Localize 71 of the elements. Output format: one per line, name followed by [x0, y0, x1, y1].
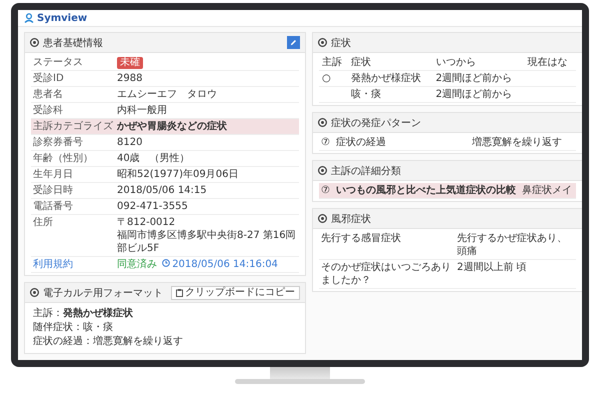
- panel-title: 電子カルテ用フォーマット: [43, 286, 164, 300]
- pencil-icon: [290, 39, 297, 46]
- section-icon: [30, 288, 39, 297]
- table-cell: 2週間ほど前から: [432, 86, 525, 102]
- section-icon: [318, 166, 327, 175]
- table-cell: 咳・痰: [348, 86, 433, 102]
- field-label: 電話番号: [33, 200, 74, 213]
- field-label: 年齢（性別）: [33, 152, 94, 165]
- section-icon: [318, 38, 327, 47]
- field-label: ステータス: [33, 56, 84, 69]
- section-icon: [30, 38, 39, 47]
- section-icon: [318, 214, 327, 223]
- field-value: 内科一般用: [117, 105, 167, 116]
- field-label: 診察券番号: [33, 136, 84, 149]
- consent-status: 同意済み: [117, 259, 157, 270]
- field-value: 先行するかぜ症状あり、頭痛: [457, 232, 568, 258]
- field-value: 増悪寛解を繰り返す: [472, 136, 563, 149]
- format-label: 症状の経過：: [33, 336, 93, 347]
- field-value: 鼻症状メイ: [522, 184, 573, 197]
- panel-title: 主訴の詳細分類: [331, 164, 402, 178]
- terms-link[interactable]: 利用規約: [33, 258, 117, 271]
- address-line: 〒812-0012: [117, 216, 176, 229]
- column-header: いつから: [432, 55, 525, 70]
- field-label: 主訴カテゴライズ: [33, 120, 114, 133]
- edit-button[interactable]: [287, 36, 300, 49]
- table-cell: 発熱かぜ様症状: [348, 70, 433, 86]
- panel-title: 風邪症状: [331, 212, 372, 226]
- format-label: 随伴症状：: [33, 322, 83, 333]
- table-cell: ○: [319, 70, 348, 86]
- format-value: 増悪寛解を繰り返す: [93, 336, 183, 347]
- format-value: 発熱かぜ様症状: [63, 308, 133, 319]
- format-label: 主訴：: [33, 308, 63, 319]
- field-label: 症状の経過: [336, 136, 387, 149]
- panel-title: 症状の発症パターン: [331, 116, 422, 130]
- clock-icon: [162, 259, 170, 267]
- field-value: 2988: [117, 73, 142, 84]
- field-value: エムシーエフ タロウ: [117, 89, 217, 100]
- table-cell: 2週間ほど前から: [432, 70, 525, 86]
- field-label: 受診日時: [33, 184, 74, 197]
- field-value: 2018/05/06 14:15: [117, 185, 207, 196]
- field-label: 受診科: [33, 104, 64, 117]
- format-value: 咳・痰: [83, 322, 113, 333]
- consent-time: 2018/05/06 14:16:04: [172, 259, 278, 270]
- field-value: 092-471-3555: [117, 201, 188, 212]
- panel-title: 症状: [331, 36, 352, 50]
- section-icon: [318, 118, 327, 127]
- field-label: 先行する感冒症状: [321, 232, 402, 246]
- field-label: 生年月日: [33, 168, 74, 181]
- question-mark-symbol: ⑦: [321, 184, 330, 197]
- status-badge: 未確: [117, 57, 143, 69]
- clipboard-icon: [176, 288, 183, 296]
- field-value: 40歳 （男性）: [117, 153, 190, 164]
- question-mark-symbol: ⑦: [321, 136, 330, 149]
- field-value: 8120: [117, 137, 142, 148]
- field-label: いつもの風邪と比べた上気道症状の比較: [336, 184, 516, 197]
- column-header: 症状: [348, 55, 433, 70]
- field-value: 昭和52(1977)年09月06日: [117, 169, 238, 180]
- field-value: かぜや胃腸炎などの症状: [117, 121, 227, 132]
- field-value: 2週間以上前 頃: [457, 261, 528, 275]
- field-label: 住所: [33, 216, 54, 230]
- panel-title: 患者基礎情報: [43, 36, 104, 50]
- field-label: 受診ID: [33, 72, 65, 85]
- column-header: 現在はな: [524, 55, 576, 70]
- app-logo: Symview: [37, 12, 88, 24]
- monitor-stand: [270, 367, 330, 379]
- field-label: そのかぜ症状はいつごろありましたか？: [321, 261, 451, 287]
- column-header: 主訴: [319, 55, 348, 70]
- logo-person-icon: [24, 13, 34, 23]
- copy-button[interactable]: クリップボードにコピー: [171, 286, 300, 300]
- address-line: 福岡市博多区博多駅中央街8-27 第16岡部ビル5F: [117, 229, 297, 255]
- field-label: 患者名: [33, 88, 64, 101]
